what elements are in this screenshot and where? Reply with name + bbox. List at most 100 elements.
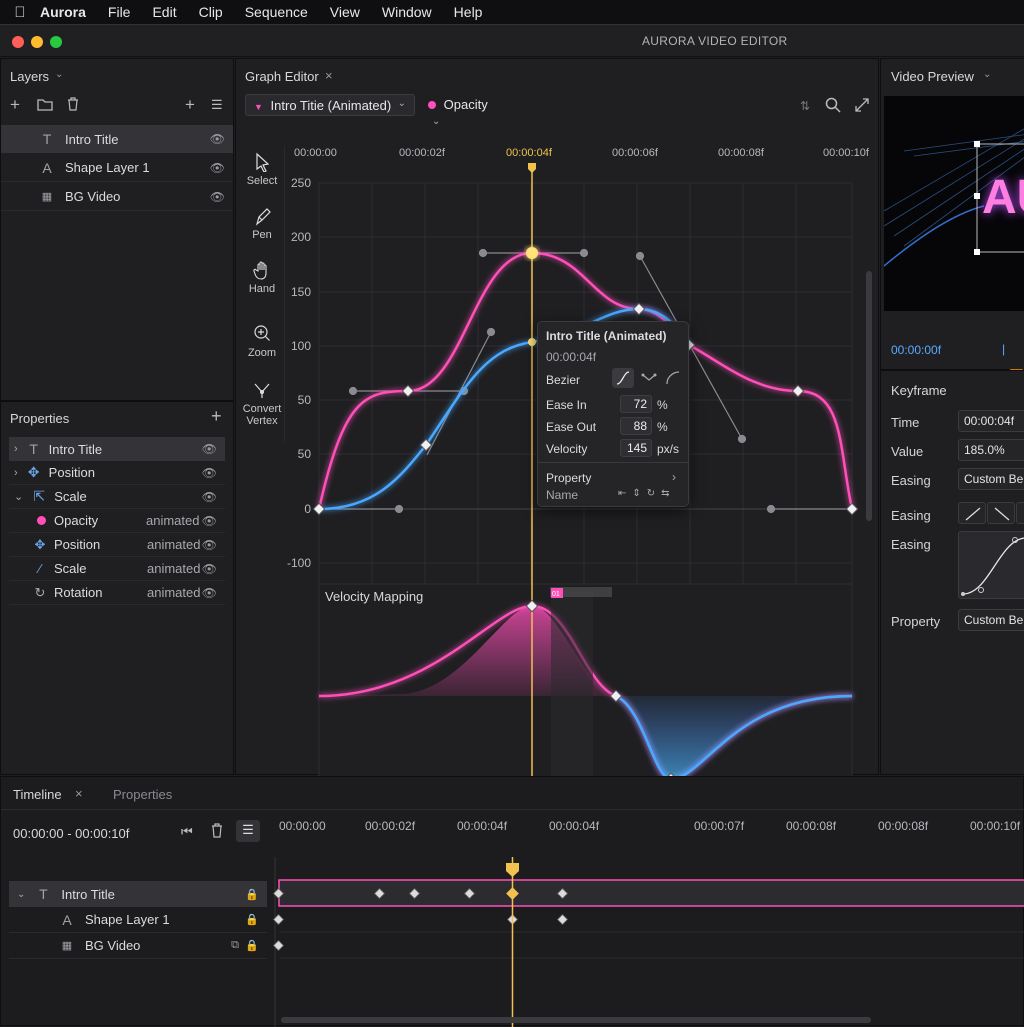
ease-curve-icon[interactable]: [612, 368, 634, 388]
sort-icon[interactable]: ⇅: [800, 99, 810, 113]
menu-lines-icon[interactable]: ☰: [236, 820, 260, 842]
ease-out-unit: %: [657, 420, 668, 434]
property-row-opacity[interactable]: Opacity animated 👁: [9, 509, 225, 533]
menu-sequence[interactable]: Sequence: [245, 4, 308, 20]
trash-icon[interactable]: [210, 823, 224, 841]
close-tab-icon[interactable]: ×: [75, 786, 83, 801]
lock-icon[interactable]: 🔒: [245, 939, 259, 952]
property-group-intro-title[interactable]: › T Intro Title 👁: [9, 437, 225, 461]
link-icon[interactable]: ⧉: [231, 939, 239, 952]
ease-out-curve-icon[interactable]: [662, 368, 684, 388]
time-input[interactable]: 00:00:04f: [958, 410, 1024, 432]
property-group-scale[interactable]: ⌄ ⇱ Scale 👁: [9, 485, 225, 509]
easing-label-3: Easing: [891, 537, 931, 552]
property-row-scale[interactable]: ∕ Scale animated 👁: [9, 557, 225, 581]
chevron-down-icon[interactable]: ⌄: [55, 69, 63, 80]
chevron-right-icon[interactable]: ›: [672, 470, 676, 484]
layer-row-bg-video[interactable]: ▦ BG Video 👁: [1, 183, 233, 211]
vertical-scrollbar[interactable]: [866, 271, 872, 521]
opacity-dot-icon: [37, 516, 46, 525]
curve-icon: ∕: [38, 561, 42, 576]
list-icon[interactable]: ☰: [211, 97, 223, 113]
properties-tab[interactable]: Properties: [113, 787, 172, 802]
eye-icon[interactable]: 👁: [202, 466, 217, 480]
menu-file[interactable]: File: [108, 4, 131, 20]
property-select[interactable]: Opacity ⌄: [422, 94, 508, 127]
close-window-button[interactable]: [12, 36, 24, 48]
menu-edit[interactable]: Edit: [152, 4, 176, 20]
chevron-down-icon[interactable]: ⌄: [983, 69, 991, 80]
chevron-right-icon[interactable]: ›: [14, 443, 18, 455]
property-label: Rotation: [54, 585, 103, 600]
fit-view-icon[interactable]: [854, 97, 870, 116]
property-group-position[interactable]: › ✥ Position 👁: [9, 461, 225, 485]
value-input[interactable]: 185.0%: [958, 439, 1024, 461]
easing-label: Easing: [891, 473, 931, 488]
ease-in-input[interactable]: 72: [620, 395, 652, 413]
linear-curve-icon[interactable]: [638, 368, 660, 388]
easing-curve-editor[interactable]: [958, 531, 1024, 599]
skip-to-start-icon[interactable]: ⏮: [181, 824, 193, 840]
eye-icon[interactable]: 👁: [202, 562, 217, 576]
close-tab-icon[interactable]: ×: [325, 68, 333, 83]
layer-row-intro-title[interactable]: T Intro Title 👁: [1, 125, 233, 153]
velocity-input[interactable]: 145: [620, 439, 652, 457]
eye-icon[interactable]: 👁: [202, 514, 217, 528]
eye-icon[interactable]: 👁: [202, 490, 217, 504]
property-row-position[interactable]: ✥ Position animated 👁: [9, 533, 225, 557]
apple-icon[interactable]: : [0, 4, 40, 21]
custom-easing-icon[interactable]: [1016, 502, 1024, 524]
chevron-down-icon[interactable]: ⌄: [14, 490, 23, 503]
layer-select[interactable]: ▼ Intro Titie (Animated) ⌄: [245, 94, 415, 116]
property-select[interactable]: Custom Be: [958, 609, 1024, 631]
property-group-label: Intro Title: [48, 441, 103, 457]
eye-icon[interactable]: 👁: [202, 586, 217, 600]
menu-window[interactable]: Window: [382, 4, 432, 20]
add-property-icon[interactable]: +: [211, 406, 222, 427]
add-layer-icon[interactable]: +: [185, 95, 195, 115]
minimize-window-button[interactable]: [31, 36, 43, 48]
track-header-intro-title[interactable]: ⌄ T Intro Title 🔒: [9, 881, 267, 907]
zoom-window-button[interactable]: [50, 36, 62, 48]
ease-out-input[interactable]: 88: [620, 417, 652, 435]
keyframe-title: Keyframe: [891, 383, 947, 398]
easing-select[interactable]: Custom Be: [958, 468, 1024, 490]
eye-icon[interactable]: 👁: [210, 190, 225, 204]
preview-viewport[interactable]: AU: [884, 96, 1024, 311]
opacity-dot-icon: [428, 101, 436, 109]
eye-icon[interactable]: 👁: [210, 161, 225, 175]
window-title: AURORA VIDEO EDITOR: [642, 34, 788, 48]
menu-help[interactable]: Help: [454, 4, 483, 20]
graph-editor-tab[interactable]: Graph Editor: [245, 69, 319, 84]
menu-view[interactable]: View: [330, 4, 360, 20]
linear-easing-icon[interactable]: [958, 502, 986, 524]
track-header-bg-video[interactable]: ▦ BG Video ⧉ 🔒: [9, 933, 267, 959]
app-menu[interactable]: Aurora: [40, 4, 86, 20]
chevron-down-icon[interactable]: ⌄: [17, 889, 25, 900]
add-icon[interactable]: +: [10, 95, 20, 115]
timeline-tab[interactable]: Timeline: [13, 787, 62, 802]
align-icons[interactable]: ⇤⇕↻⇆: [618, 488, 676, 499]
track-label: Shape Layer 1: [85, 912, 170, 927]
folder-icon[interactable]: [37, 98, 53, 114]
trash-icon[interactable]: [66, 97, 80, 114]
eye-icon[interactable]: 👁: [202, 442, 217, 456]
reverse-easing-icon[interactable]: [987, 502, 1015, 524]
property-status: animated: [146, 513, 200, 528]
eye-icon[interactable]: 👁: [202, 538, 217, 552]
search-icon[interactable]: [825, 97, 841, 116]
chevron-right-icon[interactable]: ›: [14, 467, 18, 479]
timeline-tracks[interactable]: [271, 857, 1024, 1027]
timeline-tick: 00:00:02f: [365, 819, 416, 833]
layer-row-shape-layer[interactable]: A Shape Layer 1 👁: [1, 154, 233, 182]
cursor-icon: [256, 152, 270, 172]
track-header-shape-layer[interactable]: A Shape Layer 1 🔒: [9, 907, 267, 933]
preview-scrub-marker[interactable]: |: [1002, 342, 1005, 356]
property-row-rotation[interactable]: ↻ Rotation animated 👁: [9, 581, 225, 605]
shape-text-icon: A: [62, 911, 72, 928]
text-icon: T: [39, 886, 48, 902]
lock-icon[interactable]: 🔒: [245, 913, 259, 926]
menu-clip[interactable]: Clip: [199, 4, 223, 20]
eye-icon[interactable]: 👁: [210, 132, 225, 146]
lock-icon[interactable]: 🔒: [245, 888, 259, 901]
